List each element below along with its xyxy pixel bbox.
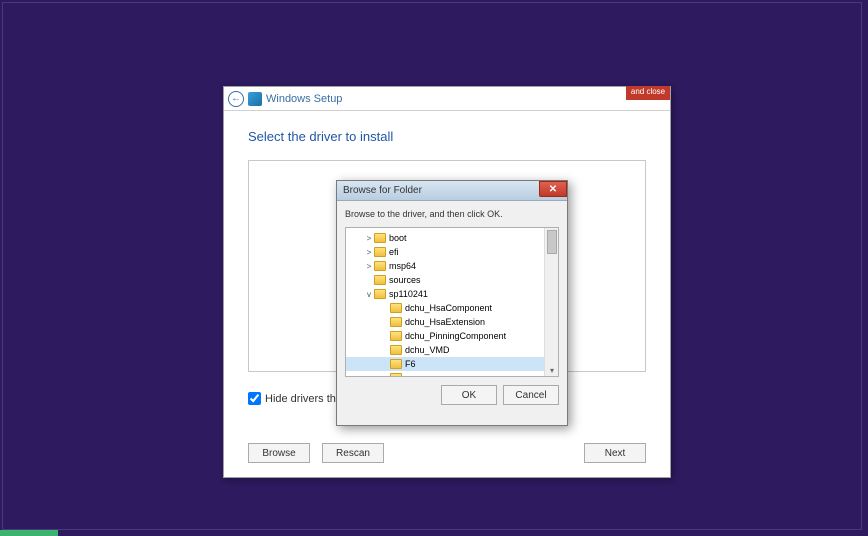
scroll-thumb[interactable]	[547, 230, 557, 254]
tree-item[interactable]: F6	[346, 357, 558, 371]
folder-icon	[390, 317, 402, 327]
tree-item-label: dchu_PinningComponent	[405, 331, 506, 341]
ok-button[interactable]: OK	[441, 385, 497, 405]
folder-icon	[390, 345, 402, 355]
tree-item[interactable]: dchu_HsaExtension	[346, 315, 558, 329]
page-heading: Select the driver to install	[248, 129, 646, 144]
tree-item[interactable]: dchu_PinningComponent	[346, 329, 558, 343]
expander-icon[interactable]: >	[364, 234, 374, 243]
tree-item[interactable]: dchu_VMD	[346, 343, 558, 357]
folder-icon	[374, 275, 386, 285]
expander-icon[interactable]: v	[364, 290, 374, 299]
taskbar-stub	[0, 530, 58, 536]
tree-item-label: sources	[389, 275, 421, 285]
arrow-left-icon: ←	[231, 93, 241, 104]
folder-tree[interactable]: ▴ ▾ > boot > efi > msp64 sources v sp110241 dchu_…	[345, 227, 559, 377]
tree-item[interactable]: uwp	[346, 371, 558, 377]
tree-item-label: efi	[389, 247, 399, 257]
setup-app-icon	[248, 92, 262, 106]
folder-icon	[390, 303, 402, 313]
browse-button-row: OK Cancel	[345, 385, 559, 405]
tree-item[interactable]: > msp64	[346, 259, 558, 273]
tree-item[interactable]: dchu_HsaComponent	[346, 301, 558, 315]
close-icon: ✕	[549, 184, 557, 195]
tree-scrollbar[interactable]: ▴ ▾	[544, 228, 558, 376]
hide-drivers-checkbox[interactable]	[248, 392, 261, 405]
back-button[interactable]: ←	[228, 91, 244, 107]
folder-icon	[374, 247, 386, 257]
tree-item-label: boot	[389, 233, 407, 243]
tree-item-label: sp110241	[389, 289, 428, 299]
tree-item-label: uwp	[405, 373, 422, 377]
close-button[interactable]: ✕	[539, 181, 567, 197]
next-button[interactable]: Next	[584, 443, 646, 463]
spacer	[396, 443, 572, 463]
scroll-down-icon[interactable]: ▾	[545, 364, 559, 376]
browse-instruction: Browse to the driver, and then click OK.	[345, 209, 559, 219]
tree-item-label: msp64	[389, 261, 416, 271]
tree-item[interactable]: sources	[346, 273, 558, 287]
browse-folder-dialog: Browse for Folder ✕ Browse to the driver…	[336, 180, 568, 426]
browse-title: Browse for Folder	[343, 185, 422, 196]
folder-icon	[374, 289, 386, 299]
folder-icon	[390, 331, 402, 341]
tree-item-label: dchu_HsaExtension	[405, 317, 485, 327]
setup-titlebar: ← Windows Setup and close	[224, 87, 670, 111]
folder-icon	[374, 233, 386, 243]
tree-item-label: dchu_HsaComponent	[405, 303, 492, 313]
folder-icon	[390, 359, 402, 369]
expander-icon[interactable]: >	[364, 262, 374, 271]
cancel-button[interactable]: Cancel	[503, 385, 559, 405]
tree-item-label: dchu_VMD	[405, 345, 450, 355]
tree-item[interactable]: > efi	[346, 245, 558, 259]
rescan-button[interactable]: Rescan	[322, 443, 384, 463]
expander-icon[interactable]: >	[364, 248, 374, 257]
setup-button-row: Browse Rescan Next	[248, 443, 646, 463]
close-badge[interactable]: and close	[626, 86, 670, 100]
browse-button[interactable]: Browse	[248, 443, 310, 463]
tree-item[interactable]: > boot	[346, 231, 558, 245]
browse-body: Browse to the driver, and then click OK.…	[337, 201, 567, 413]
folder-icon	[390, 373, 402, 377]
tree-item[interactable]: v sp110241	[346, 287, 558, 301]
setup-title: Windows Setup	[266, 93, 342, 105]
folder-icon	[374, 261, 386, 271]
tree-item-label: F6	[405, 359, 416, 369]
browse-titlebar: Browse for Folder ✕	[337, 181, 567, 201]
